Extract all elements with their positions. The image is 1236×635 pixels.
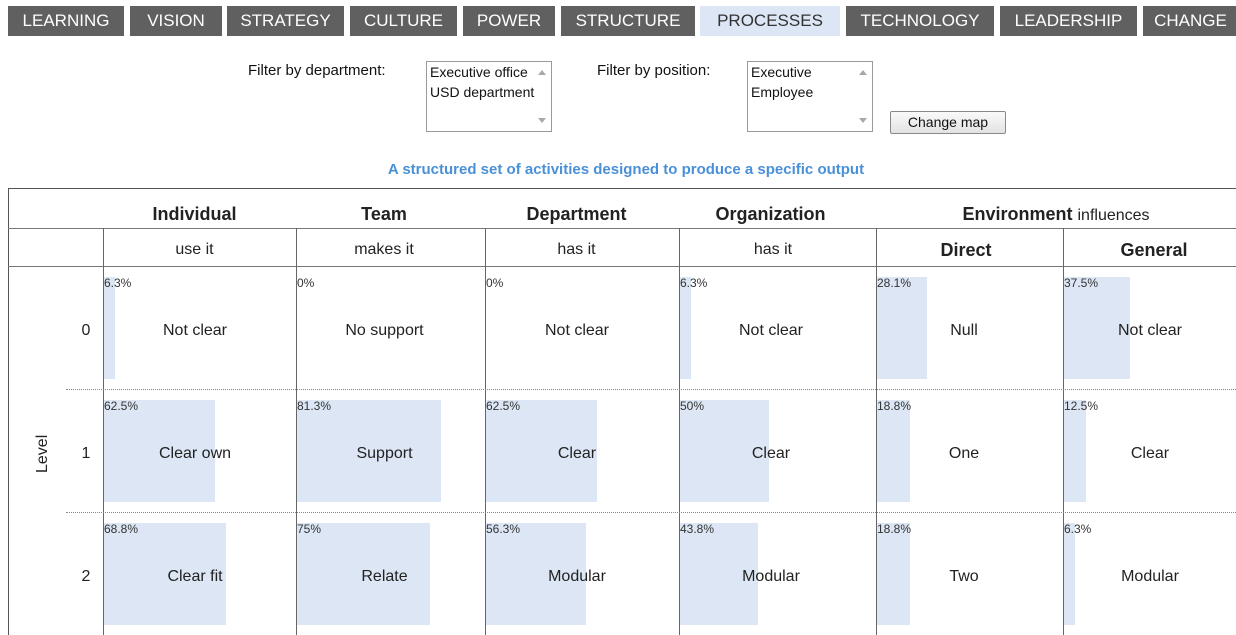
col-sub-individual: use it	[175, 241, 214, 258]
col-header-environment: Environment influences	[876, 204, 1236, 225]
cell-label-team-level-1[interactable]: Support	[297, 445, 472, 463]
col-header-individual: Individual	[152, 204, 237, 224]
cell-label-direct-level-0[interactable]: Null	[877, 322, 1051, 340]
cell-label-organization-level-2[interactable]: Modular	[680, 568, 862, 586]
tab-leadership[interactable]: LEADERSHIP	[1000, 6, 1137, 36]
col-header-organization: Organization	[715, 204, 826, 224]
row-level-0: 0	[81, 322, 91, 339]
cell-label-organization-level-0[interactable]: Not clear	[680, 322, 862, 340]
change-map-button[interactable]: Change map	[890, 111, 1006, 134]
cell-label-direct-level-1[interactable]: One	[877, 445, 1051, 463]
percent-label-general-level-1: 12.5%	[1064, 399, 1099, 413]
cell-label-department-level-1[interactable]: Clear	[486, 445, 668, 463]
department-option-executive-office[interactable]: Executive office	[427, 62, 551, 82]
cell-label-individual-level-0[interactable]: Not clear	[104, 322, 286, 340]
percent-label-organization-level-1: 50%	[680, 399, 705, 413]
percent-label-direct-level-0: 28.1%	[877, 276, 912, 290]
percent-label-direct-level-2: 18.8%	[877, 522, 912, 536]
page-subtitle: A structured set of activities designed …	[387, 161, 865, 178]
row-divider	[66, 389, 1236, 390]
level-axis-label: Level	[34, 434, 51, 473]
percent-label-department-level-1: 62.5%	[486, 399, 521, 413]
position-option-executive[interactable]: Executive	[748, 62, 872, 82]
percent-label-individual-level-0: 6.3%	[104, 276, 132, 290]
tab-learning[interactable]: LEARNING	[8, 6, 124, 36]
scroll-down-icon[interactable]	[538, 118, 546, 123]
cell-label-direct-level-2[interactable]: Two	[877, 568, 1051, 586]
tab-technology[interactable]: TECHNOLOGY	[846, 6, 994, 36]
percent-label-department-level-0: 0%	[486, 276, 504, 290]
cell-label-organization-level-1[interactable]: Clear	[680, 445, 862, 463]
cell-label-department-level-0[interactable]: Not clear	[486, 322, 668, 340]
percent-label-department-level-2: 56.3%	[486, 522, 521, 536]
scroll-down-icon[interactable]	[859, 118, 867, 123]
percent-label-individual-level-2: 68.8%	[104, 522, 139, 536]
tab-change[interactable]: CHANGE	[1143, 6, 1236, 36]
department-filter-label: Filter by department:	[248, 62, 386, 79]
percent-label-individual-level-1: 62.5%	[104, 399, 139, 413]
cell-label-team-level-0[interactable]: No support	[297, 322, 472, 340]
position-filter-list[interactable]: Executive Employee	[747, 61, 873, 132]
col-sub-team: makes it	[354, 241, 414, 258]
cell-label-individual-level-2[interactable]: Clear fit	[104, 568, 286, 586]
col-sub-organization: has it	[753, 241, 793, 258]
header-divider	[8, 228, 1236, 229]
tab-strategy[interactable]: STRATEGY	[227, 6, 344, 36]
row-level-1: 1	[81, 445, 91, 462]
cell-label-department-level-2[interactable]: Modular	[486, 568, 668, 586]
department-scrollbar[interactable]	[534, 62, 551, 131]
percent-label-team-level-1: 81.3%	[297, 399, 332, 413]
percent-label-team-level-2: 75%	[297, 522, 322, 536]
tab-structure[interactable]: STRUCTURE	[561, 6, 695, 36]
row-divider	[66, 512, 1236, 513]
tab-power[interactable]: POWER	[463, 6, 555, 36]
environment-title: Environment	[962, 204, 1073, 224]
tab-processes[interactable]: PROCESSES	[700, 6, 840, 36]
percent-label-organization-level-2: 43.8%	[680, 522, 715, 536]
scroll-up-icon[interactable]	[538, 70, 546, 75]
header-bottom-rule	[8, 266, 1236, 267]
col-sub-department: has it	[557, 241, 596, 258]
col-sub-general: General	[1120, 240, 1188, 260]
percent-label-general-level-2: 6.3%	[1064, 522, 1092, 536]
cell-label-general-level-1[interactable]: Clear	[1064, 445, 1236, 463]
cell-label-general-level-0[interactable]: Not clear	[1064, 322, 1236, 340]
scroll-up-icon[interactable]	[859, 70, 867, 75]
position-scrollbar[interactable]	[855, 62, 872, 131]
position-filter-label: Filter by position:	[597, 62, 711, 79]
percent-label-general-level-0: 37.5%	[1064, 276, 1099, 290]
percent-label-direct-level-1: 18.8%	[877, 399, 912, 413]
tab-vision[interactable]: VISION	[130, 6, 222, 36]
cell-label-team-level-2[interactable]: Relate	[297, 568, 472, 586]
col-header-team: Team	[361, 204, 407, 224]
position-option-employee[interactable]: Employee	[748, 82, 872, 102]
tab-culture[interactable]: CULTURE	[350, 6, 457, 36]
percent-label-team-level-0: 0%	[297, 276, 315, 290]
col-sub-direct: Direct	[940, 240, 992, 260]
row-level-2: 2	[81, 568, 91, 585]
department-filter-list[interactable]: Executive office USD department	[426, 61, 552, 132]
cell-label-general-level-2[interactable]: Modular	[1064, 568, 1236, 586]
department-option-usd-department[interactable]: USD department	[427, 82, 551, 102]
cell-label-individual-level-1[interactable]: Clear own	[104, 445, 286, 463]
percent-label-organization-level-0: 6.3%	[680, 276, 708, 290]
environment-suffix: influences	[1077, 207, 1150, 224]
col-header-department: Department	[526, 204, 627, 224]
